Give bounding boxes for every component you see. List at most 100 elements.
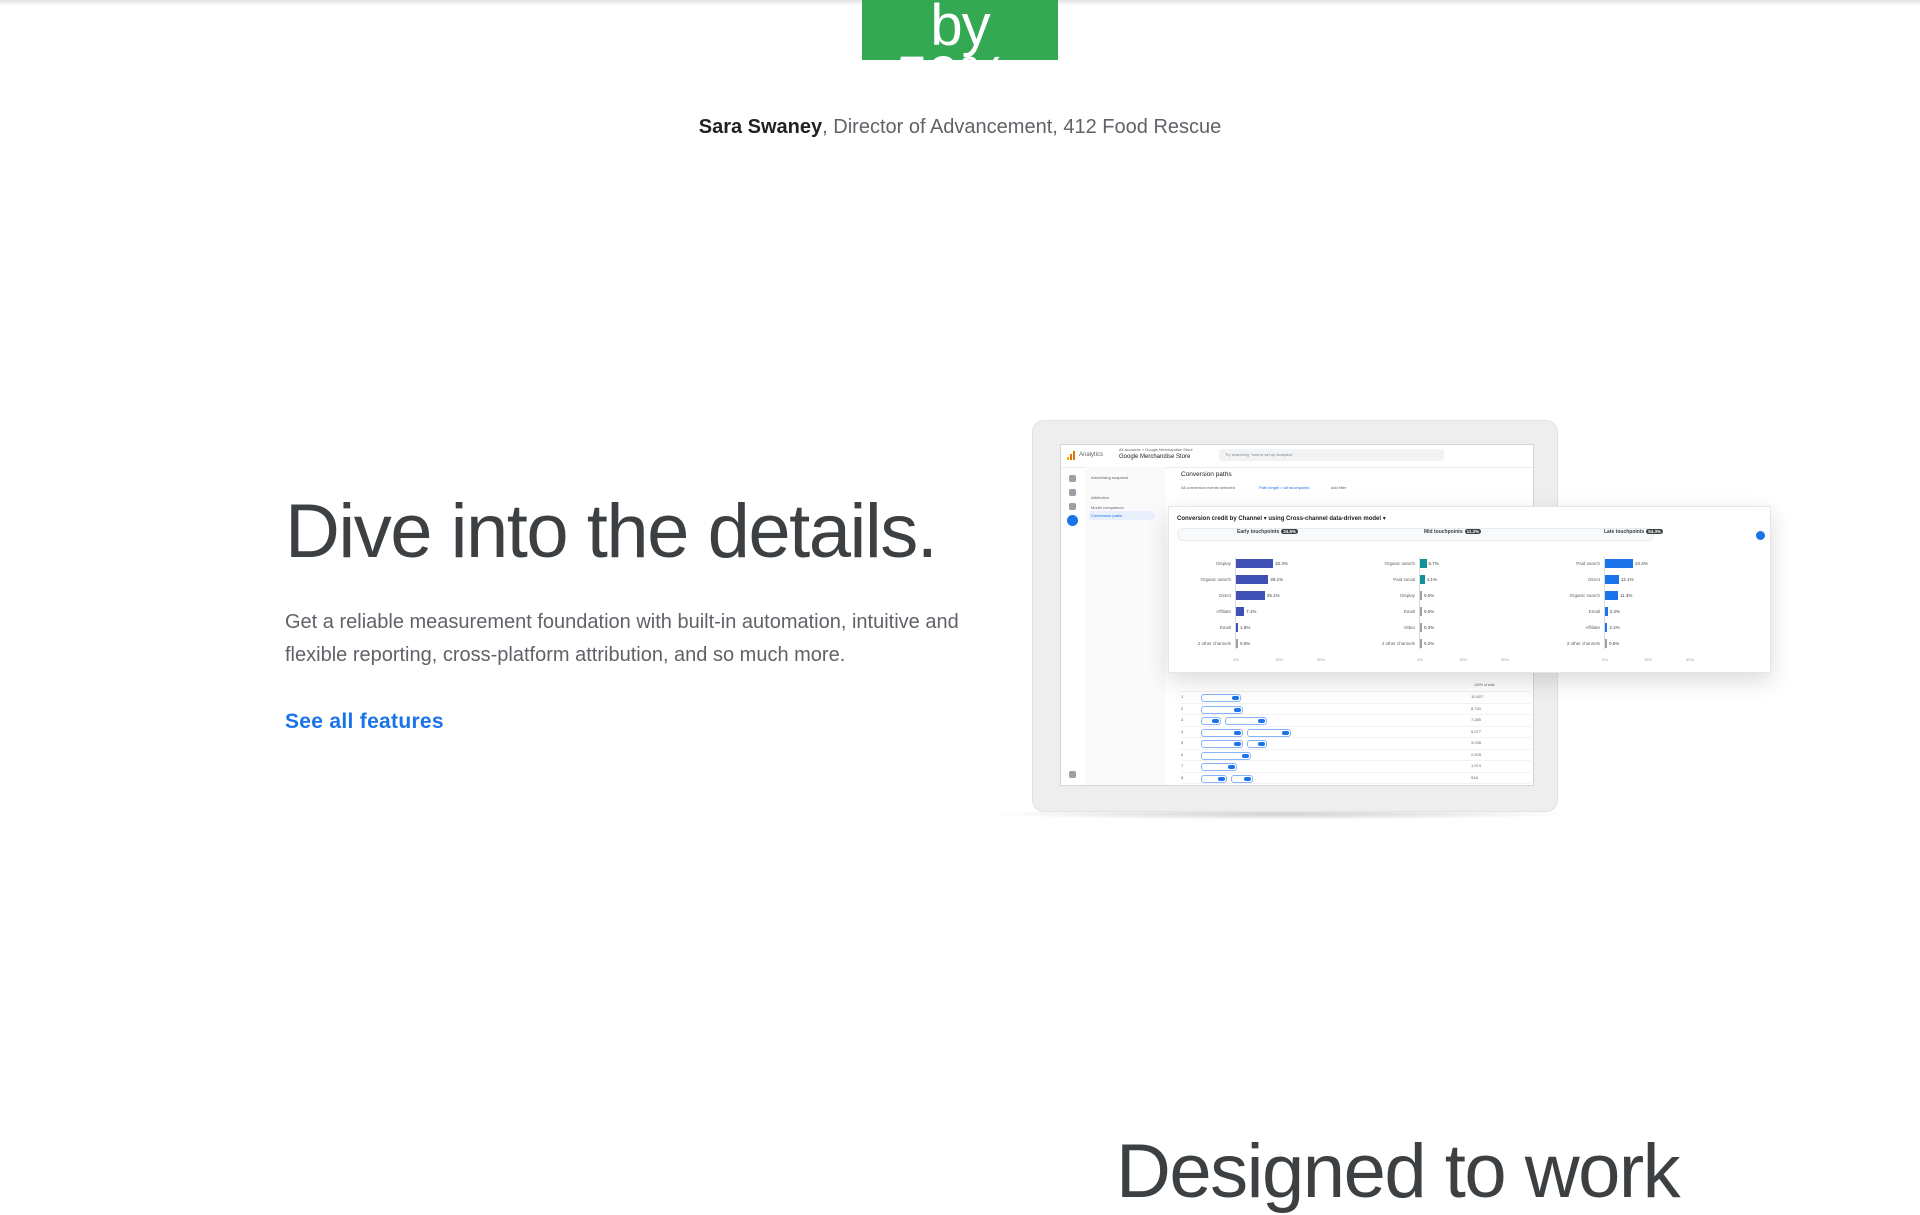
row-value: 10,927	[1471, 694, 1484, 699]
row-index: 6	[1181, 751, 1184, 757]
chart-tick-label: 30%	[1686, 657, 1695, 662]
chart-value-label: 24.4%	[1635, 561, 1648, 566]
channel-chip	[1201, 705, 1243, 714]
app-name: Analytics	[1079, 452, 1104, 458]
reports-icon	[1069, 489, 1076, 496]
chart-tick-label: 0%	[1233, 657, 1239, 662]
chart-value-label: 11.3%	[1619, 593, 1633, 598]
chart-tick-label: 0%	[1602, 657, 1608, 662]
chart-value-label: 12.1%	[1620, 577, 1634, 582]
channel-chip	[1201, 763, 1237, 771]
analytics-search-input: Try searching "how to set up Analytics"	[1219, 449, 1444, 461]
feature-title: Dive into the details.	[285, 489, 938, 574]
chart-category-label: Direct	[1219, 593, 1231, 598]
chart-category-label: Affiliate	[1585, 625, 1600, 630]
row-index: 4	[1181, 728, 1184, 734]
table-row: 4 5,077	[1181, 725, 1531, 738]
chart-axis	[1235, 557, 1236, 649]
chart-tick-label: 30%	[1317, 657, 1326, 662]
chart-category-label: Organic search	[1384, 561, 1415, 566]
chart-value-label: 1.8%	[1240, 625, 1251, 630]
feature-description: Get a reliable measurement foundation wi…	[285, 611, 959, 666]
see-all-features-link[interactable]: See all features	[285, 710, 444, 734]
add-filter: add filter	[1331, 485, 1347, 490]
chart-bar	[1605, 559, 1634, 568]
row-index: 1	[1181, 694, 1184, 699]
row-index: 5	[1181, 740, 1184, 745]
quote-attribution: Sara Swaney, Director of Advancement, 41…	[0, 116, 1920, 139]
chart-category-label: Display	[1400, 593, 1415, 598]
channel-chip	[1201, 717, 1221, 725]
chart-value-label: 0.3%	[1424, 625, 1435, 630]
channel-chip	[1201, 694, 1241, 702]
channel-chip	[1247, 740, 1267, 748]
row-index: 3	[1181, 717, 1184, 722]
chart-category-label: Paid search	[1576, 561, 1600, 566]
chart-bar	[1420, 591, 1422, 600]
chart-bar	[1420, 639, 1422, 648]
row-value: 3,035	[1471, 740, 1482, 745]
row-value: 5,077	[1471, 728, 1482, 734]
quote-author-role: , Director of Advancement, 412 Food Resc…	[822, 116, 1222, 138]
nav-item: Advertising snapshot	[1091, 475, 1129, 480]
chart-category-label: Paid social	[1393, 577, 1415, 582]
chart-bar	[1420, 575, 1425, 584]
table-row: 6 2,525	[1181, 748, 1531, 761]
row-index: 8	[1181, 774, 1184, 780]
table-row: 7 1,574	[1181, 760, 1531, 772]
channel-chip	[1225, 717, 1267, 725]
explore-icon	[1069, 503, 1076, 510]
filter-chip: Path length > all touchpoints	[1259, 485, 1310, 490]
check-icon	[1756, 531, 1765, 540]
conversion-filter: All conversion events selected	[1181, 485, 1235, 490]
chart-tick-label: 15%	[1275, 657, 1284, 662]
row-value: 2,525	[1471, 751, 1482, 757]
chart-category-label: Affiliate	[1216, 609, 1231, 614]
chart-bar	[1236, 559, 1274, 568]
chart-bar	[1236, 607, 1245, 616]
channel-chip	[1201, 774, 1227, 783]
chart-value-label: 2.1%	[1609, 625, 1620, 630]
row-index: 7	[1181, 763, 1184, 768]
chart-bar	[1236, 591, 1265, 600]
channel-chip	[1201, 740, 1243, 748]
segment-mid: Mid touchpoints 11.2%	[1424, 529, 1482, 535]
row-value: 7,285	[1471, 717, 1482, 722]
chart-value-label: 0.6%	[1609, 641, 1620, 646]
nav-item: Attribution	[1091, 495, 1110, 500]
chart-value-label: 0.5%	[1424, 609, 1435, 614]
chart-category-label: 3 other channels	[1566, 641, 1600, 646]
chart-category-label: 4 other channels	[1381, 641, 1415, 646]
channel-chip	[1231, 774, 1253, 783]
table-row: 9312	[1181, 783, 1531, 785]
analytics-header: Analytics All accounts > Google Merchand…	[1061, 445, 1533, 468]
quote-highlight: by 50%.	[862, 0, 1058, 60]
chart-category-label: Email	[1403, 609, 1415, 614]
segment-late: Late touchpoints 54.3%	[1604, 529, 1664, 535]
chart-tick-label: 15%	[1644, 657, 1653, 662]
chart-bar	[1420, 623, 1422, 632]
chart-axis	[1419, 557, 1420, 649]
chart-bar	[1236, 575, 1269, 584]
chart-bar	[1236, 623, 1239, 632]
chart-bar	[1605, 575, 1619, 584]
advertising-icon	[1067, 515, 1078, 526]
chart-bar	[1605, 607, 1608, 616]
chart-category-label: 2 other channels	[1197, 641, 1231, 646]
channel-chip	[1201, 728, 1243, 737]
chart-axis	[1604, 557, 1605, 649]
nav-active-indicator: Conversion paths	[1089, 511, 1155, 520]
next-section-title: Designed to work	[1116, 1129, 1681, 1214]
report-title: Conversion paths	[1181, 471, 1232, 478]
chart-category-label: Direct	[1588, 577, 1600, 582]
card-title: Conversion credit by Channel ▾ using Cro…	[1177, 516, 1386, 522]
property-selector: Google Merchandise Store	[1119, 454, 1191, 460]
quote-author: Sara Swaney	[698, 116, 823, 138]
row-value: 1,574	[1471, 763, 1482, 768]
product-screenshot: Analytics All accounts > Google Merchand…	[985, 416, 1780, 820]
chart-tick-label: 15%	[1459, 657, 1468, 662]
chart-category-label: Email	[1588, 609, 1600, 614]
chart-tick-label: 0%	[1417, 657, 1423, 662]
chart-value-label: 5.7%	[1428, 561, 1439, 566]
chart-value-label: 0.6%	[1240, 641, 1251, 646]
